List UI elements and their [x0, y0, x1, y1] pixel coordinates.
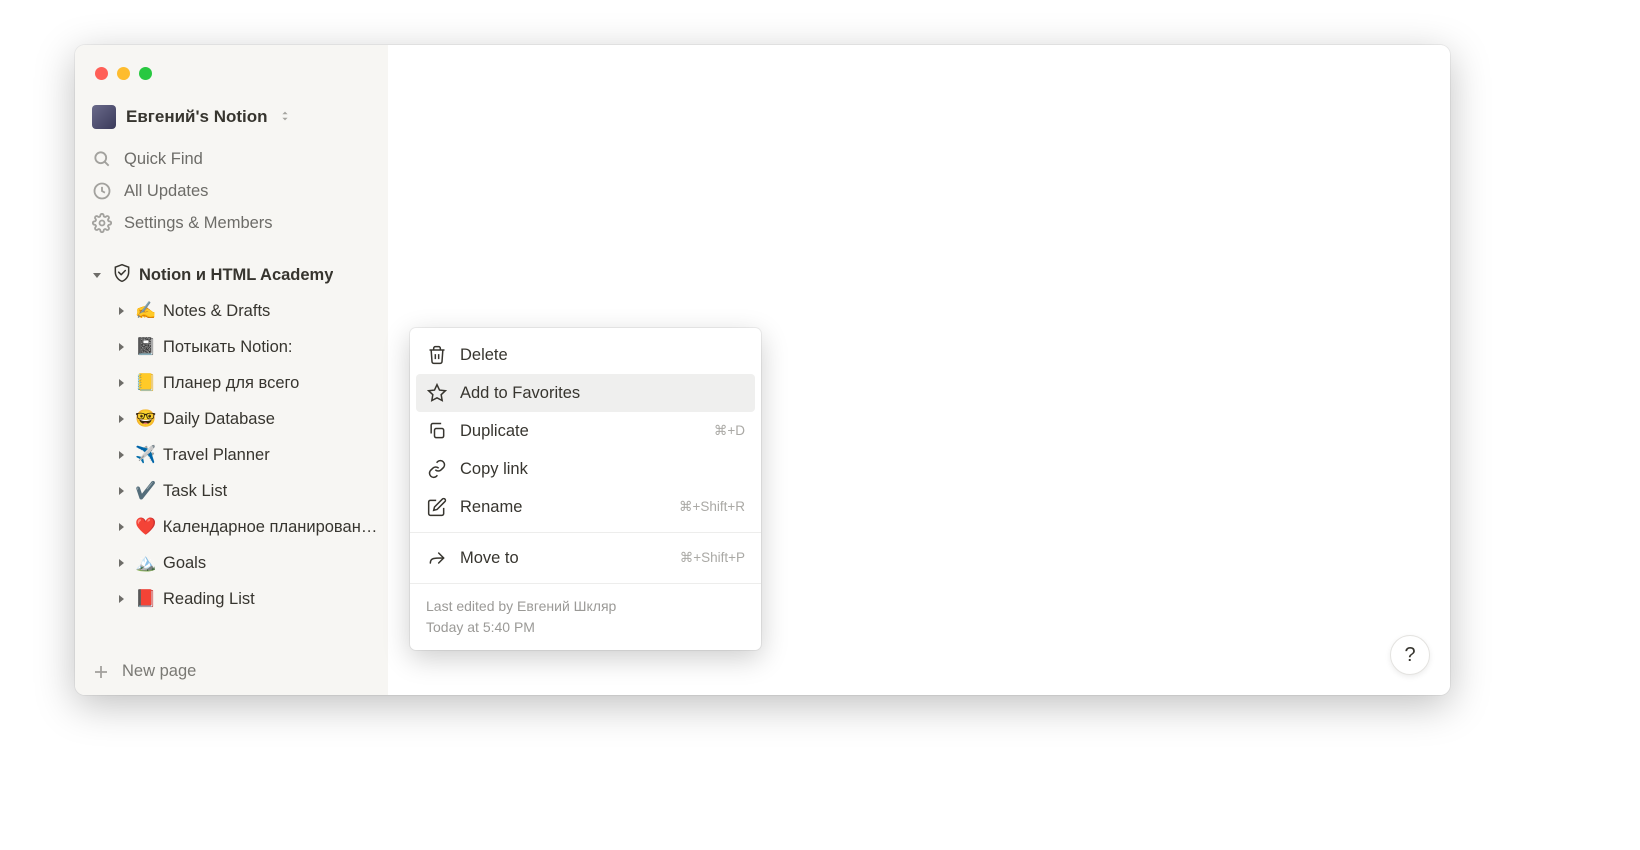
app-window: Notion и HTML Academy Share Евгений's No…	[75, 45, 1450, 695]
page-emoji: ✔️	[135, 481, 157, 501]
menu-item-star[interactable]: Add to Favorites	[416, 374, 755, 412]
page-row[interactable]: 📕 Reading List	[83, 581, 380, 617]
menu-item-shortcut: ⌘+Shift+R	[679, 499, 745, 515]
menu-item-duplicate[interactable]: Duplicate ⌘+D	[416, 412, 755, 450]
new-page-label: New page	[122, 662, 196, 681]
page-row[interactable]: 📓 Потыкать Notion:	[83, 329, 380, 365]
menu-item-shortcut: ⌘+Shift+P	[680, 550, 745, 566]
duplicate-icon	[426, 420, 448, 442]
sidebar: Евгений's Notion Quick Find All Updates	[75, 45, 388, 695]
last-edited-by: Last edited by Евгений Шкляр	[426, 596, 745, 617]
chevron-down-icon[interactable]	[89, 267, 105, 283]
close-window-button[interactable]	[95, 67, 108, 80]
menu-item-move[interactable]: Move to ⌘+Shift+P	[416, 539, 755, 577]
rename-icon	[426, 496, 448, 518]
menu-item-label: Delete	[460, 346, 745, 365]
chevron-right-icon[interactable]	[113, 303, 129, 319]
menu-item-trash[interactable]: Delete	[416, 336, 755, 374]
page-label: Travel Planner	[163, 446, 270, 465]
quick-find-button[interactable]: Quick Find	[83, 143, 380, 175]
move-icon	[426, 547, 448, 569]
workspace-avatar	[92, 105, 116, 129]
page-row[interactable]: ❤️ Календарное планирование	[83, 509, 380, 545]
chevron-right-icon[interactable]	[113, 411, 129, 427]
menu-divider	[410, 583, 761, 584]
menu-item-link[interactable]: Copy link	[416, 450, 755, 488]
switcher-chevron-icon	[278, 109, 294, 125]
all-updates-button[interactable]: All Updates	[83, 175, 380, 207]
page-label: Планер для всего	[163, 374, 299, 393]
sidebar-pages: Notion и HTML Academy ✍️ Notes & Drafts 📓 По…	[75, 239, 388, 652]
page-emoji: ✍️	[135, 301, 157, 321]
help-button[interactable]: ?	[1390, 635, 1430, 675]
chevron-right-icon[interactable]	[113, 555, 129, 571]
page-label: Reading List	[163, 590, 255, 609]
chevron-right-icon[interactable]	[113, 447, 129, 463]
sidebar-top-section: Quick Find All Updates Settings & Member…	[75, 143, 388, 239]
page-emoji: 🏔️	[135, 553, 157, 573]
page-emoji: 🤓	[135, 409, 157, 429]
minimize-window-button[interactable]	[117, 67, 130, 80]
plus-icon	[92, 663, 110, 681]
page-row[interactable]: 🏔️ Goals	[83, 545, 380, 581]
page-emoji: 📒	[135, 373, 157, 393]
link-icon	[426, 458, 448, 480]
workspace-name: Евгений's Notion	[126, 107, 268, 127]
menu-group: Delete Add to Favorites Duplicate ⌘+D Copy l…	[410, 334, 761, 528]
menu-item-label: Copy link	[460, 460, 745, 479]
page-label: Task List	[163, 482, 227, 501]
page-emoji	[111, 263, 133, 288]
star-icon	[426, 382, 448, 404]
page-label: Goals	[163, 554, 206, 573]
maximize-window-button[interactable]	[139, 67, 152, 80]
page-row[interactable]: ✈️ Travel Planner	[83, 437, 380, 473]
chevron-right-icon[interactable]	[113, 339, 129, 355]
page-label: Потыкать Notion:	[163, 338, 293, 357]
gear-icon	[92, 213, 112, 233]
all-updates-label: All Updates	[124, 182, 208, 201]
page-label: Notion и HTML Academy	[139, 266, 333, 285]
page-row[interactable]: ✔️ Task List	[83, 473, 380, 509]
page-row[interactable]: ✍️ Notes & Drafts	[83, 293, 380, 329]
new-page-button[interactable]: New page	[75, 652, 388, 695]
chevron-right-icon[interactable]	[113, 519, 129, 535]
menu-item-label: Duplicate	[460, 422, 702, 441]
chevron-right-icon[interactable]	[113, 483, 129, 499]
body-row: Евгений's Notion Quick Find All Updates	[75, 45, 1450, 695]
menu-divider	[410, 532, 761, 533]
page-row[interactable]: Notion и HTML Academy	[83, 257, 380, 293]
settings-label: Settings & Members	[124, 214, 273, 233]
menu-item-shortcut: ⌘+D	[714, 423, 745, 439]
chevron-right-icon[interactable]	[113, 375, 129, 391]
menu-item-label: Rename	[460, 498, 667, 517]
search-icon	[92, 149, 112, 169]
window-controls	[95, 67, 152, 80]
menu-group: Move to ⌘+Shift+P	[410, 537, 761, 579]
trash-icon	[426, 344, 448, 366]
last-edited-time: Today at 5:40 PM	[426, 617, 745, 638]
menu-item-label: Add to Favorites	[460, 384, 745, 403]
menu-item-rename[interactable]: Rename ⌘+Shift+R	[416, 488, 755, 526]
page-emoji: ✈️	[135, 445, 157, 465]
clock-icon	[92, 181, 112, 201]
help-label: ?	[1404, 644, 1415, 667]
page-emoji: 📓	[135, 337, 157, 357]
quick-find-label: Quick Find	[124, 150, 203, 169]
menu-footer: Last edited by Евгений Шкляр Today at 5:…	[410, 588, 761, 644]
page-emoji: 📕	[135, 589, 157, 609]
menu-item-label: Move to	[460, 549, 668, 568]
context-menu: Delete Add to Favorites Duplicate ⌘+D Copy l…	[410, 328, 761, 650]
page-label: Notes & Drafts	[163, 302, 270, 321]
page-label: Daily Database	[163, 410, 275, 429]
page-row[interactable]: 🤓 Daily Database	[83, 401, 380, 437]
chevron-right-icon[interactable]	[113, 591, 129, 607]
workspace-switcher[interactable]: Евгений's Notion	[75, 101, 388, 143]
page-row[interactable]: 📒 Планер для всего	[83, 365, 380, 401]
settings-button[interactable]: Settings & Members	[83, 207, 380, 239]
page-label: Календарное планирование	[163, 518, 378, 537]
page-emoji: ❤️	[135, 517, 157, 537]
